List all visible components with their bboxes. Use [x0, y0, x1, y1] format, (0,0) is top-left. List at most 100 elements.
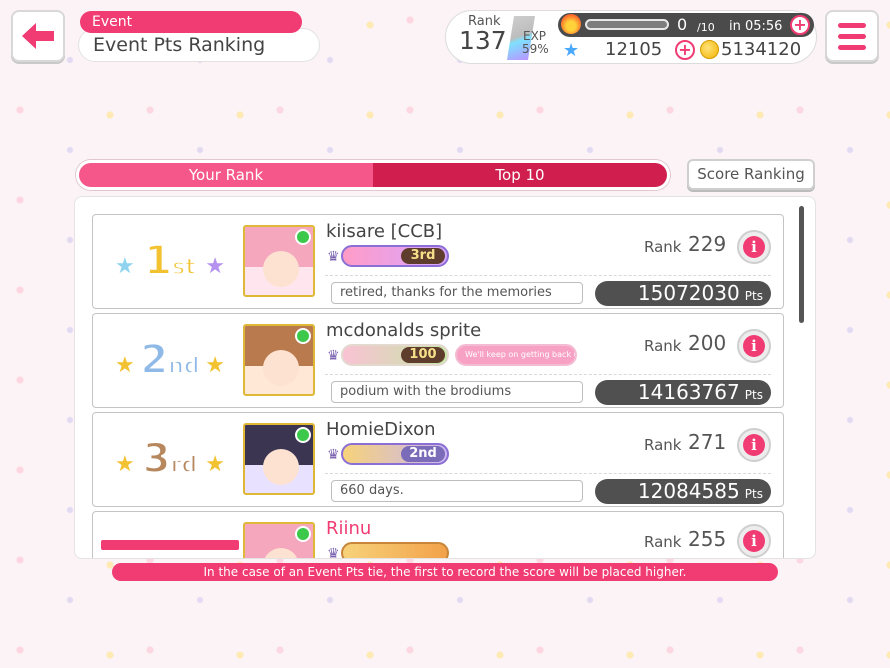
star-decoration-icon: ★ [205, 452, 225, 477]
place-badge: ★ 1st ★ [115, 233, 225, 289]
info-button[interactable]: i [737, 428, 771, 462]
avatar[interactable] [243, 423, 315, 495]
place-badge: ★ 2nd ★ [115, 332, 225, 388]
points-unit: Pts [744, 388, 763, 402]
back-arrow-icon [22, 23, 54, 49]
tab-your-rank[interactable]: Your Rank [79, 163, 373, 187]
points-unit: Pts [744, 487, 763, 501]
star-decoration-icon: ★ [115, 353, 135, 378]
place-suffix: nd [167, 353, 200, 380]
avatar-face [263, 251, 299, 287]
crown-icon: ♛ [327, 447, 340, 463]
add-stars-button[interactable]: + [675, 40, 695, 60]
title-badge [341, 542, 449, 558]
crown-icon: ♛ [327, 546, 340, 559]
score-ranking-button[interactable]: Score Ranking [687, 159, 815, 190]
place-number: 2 [139, 336, 169, 384]
rank-label: Rank [644, 533, 682, 551]
plus-icon [295, 427, 311, 443]
player-rank: 271 [688, 430, 727, 454]
event-points: 15072030 Pts [595, 281, 771, 306]
rank-label: Rank [644, 436, 682, 454]
exp-percent: 59% [522, 42, 549, 56]
menu-icon-bar [838, 44, 866, 50]
player-comment: 660 days. [331, 480, 583, 502]
player-comment: podium with the brodiums [331, 381, 583, 403]
place-number: 1 [143, 237, 173, 285]
stamina-gauge [585, 19, 669, 30]
info-button[interactable]: i [737, 524, 771, 558]
info-icon: i [743, 335, 765, 357]
menu-icon-bar [838, 33, 866, 39]
fire-icon [561, 14, 581, 34]
menu-button[interactable] [825, 10, 879, 62]
badge-number: 100 [401, 347, 445, 363]
info-button[interactable]: i [737, 230, 771, 264]
back-button[interactable] [11, 10, 65, 62]
ranking-list[interactable]: ★ 1st ★ kiisare [CCB] ♛ 3rd Rank 229 i r… [74, 196, 816, 559]
player-rank: 255 [688, 527, 727, 551]
place-ribbon [101, 540, 239, 550]
avatar-face [263, 449, 299, 485]
tie-notice: In the case of an Event Pts tie, the fir… [112, 563, 778, 581]
star-decoration-icon: ★ [205, 254, 225, 279]
page-title: Event Pts Ranking [78, 28, 320, 62]
stamina-timer: in 05:56 [729, 19, 783, 34]
avatar[interactable] [243, 522, 315, 558]
list-scrollbar[interactable] [799, 206, 804, 323]
crown-icon: ♛ [327, 249, 340, 265]
points-unit: Pts [744, 289, 763, 303]
plus-icon [295, 526, 311, 542]
rank-label: Rank [644, 337, 682, 355]
player-comment: retired, thanks for the memories [331, 282, 583, 304]
info-icon: i [743, 434, 765, 456]
section-tag: Event [80, 11, 302, 33]
ranking-row[interactable]: ★ 2nd ★ mcdonalds sprite ♛ 100 We'll kee… [92, 313, 784, 408]
rank-label: Rank [644, 238, 682, 256]
avatar[interactable] [243, 225, 315, 297]
title-badge: 2nd [341, 443, 449, 465]
player-rank: 200 [688, 331, 727, 355]
info-icon: i [743, 530, 765, 552]
plus-icon [295, 229, 311, 245]
info-icon: i [743, 236, 765, 258]
badge-number: 3rd [401, 248, 445, 264]
stamina-max: /10 [697, 21, 715, 34]
ranking-row[interactable]: Riinu ♛ Rank 255 i [92, 511, 784, 559]
player-rank-value: 137 [459, 26, 507, 55]
star-decoration-icon: ★ [115, 254, 135, 279]
place-badge: ★ 3rd ★ [115, 431, 225, 487]
title-badge: 3rd [341, 245, 449, 267]
player-name: kiisare [CCB] [326, 221, 443, 242]
stamina-value: 0 [677, 15, 688, 34]
points-value: 14163767 [637, 380, 740, 404]
ranking-row[interactable]: ★ 3rd ★ HomieDixon ♛ 2nd Rank 271 i 660 … [92, 412, 784, 507]
ranking-row[interactable]: ★ 1st ★ kiisare [CCB] ♛ 3rd Rank 229 i r… [92, 214, 784, 309]
star-count: 12105 [605, 39, 663, 60]
star-decoration-icon: ★ [115, 452, 135, 477]
star-decoration-icon: ★ [205, 353, 225, 378]
points-value: 12084585 [637, 479, 740, 503]
coin-count: 5134120 [721, 39, 802, 60]
player-name: Riinu [326, 518, 372, 539]
badge-number: 2nd [401, 446, 445, 462]
place-number: 3 [142, 435, 172, 483]
divider [325, 374, 771, 375]
exp-label: EXP [523, 29, 547, 43]
divider [325, 275, 771, 276]
place-suffix: st [171, 254, 197, 281]
info-button[interactable]: i [737, 329, 771, 363]
avatar-face [263, 350, 299, 386]
place-suffix: rd [170, 452, 199, 479]
add-stamina-button[interactable]: + [790, 15, 810, 35]
event-points: 14163767 Pts [595, 380, 771, 405]
divider [325, 473, 771, 474]
menu-icon [838, 22, 866, 28]
plus-icon [295, 328, 311, 344]
player-rank: 229 [688, 232, 727, 256]
title-badge: 100 [341, 344, 449, 366]
event-points: 12084585 Pts [595, 479, 771, 504]
avatar[interactable] [243, 324, 315, 396]
points-value: 15072030 [637, 281, 740, 305]
tab-top-10[interactable]: Top 10 [373, 163, 667, 187]
